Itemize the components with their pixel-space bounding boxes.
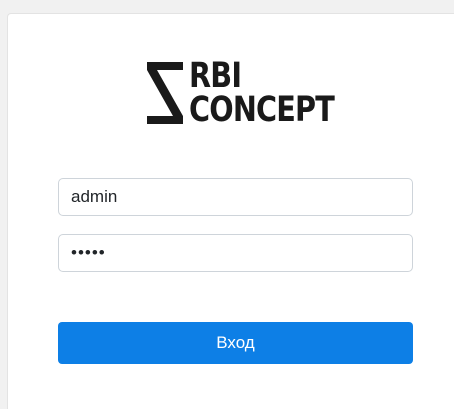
brand-name-line-1: RBI (189, 56, 242, 96)
brand-name: RBI CONCEPT (189, 56, 366, 130)
login-card: RBI CONCEPT Вход (7, 13, 454, 409)
password-input[interactable] (58, 234, 413, 272)
brand-name-line-2: CONCEPT (189, 90, 335, 130)
brand-logo: RBI CONCEPT (145, 57, 366, 129)
hourglass-logo-icon (147, 62, 183, 124)
username-input[interactable] (58, 178, 413, 216)
login-button[interactable]: Вход (58, 322, 413, 364)
